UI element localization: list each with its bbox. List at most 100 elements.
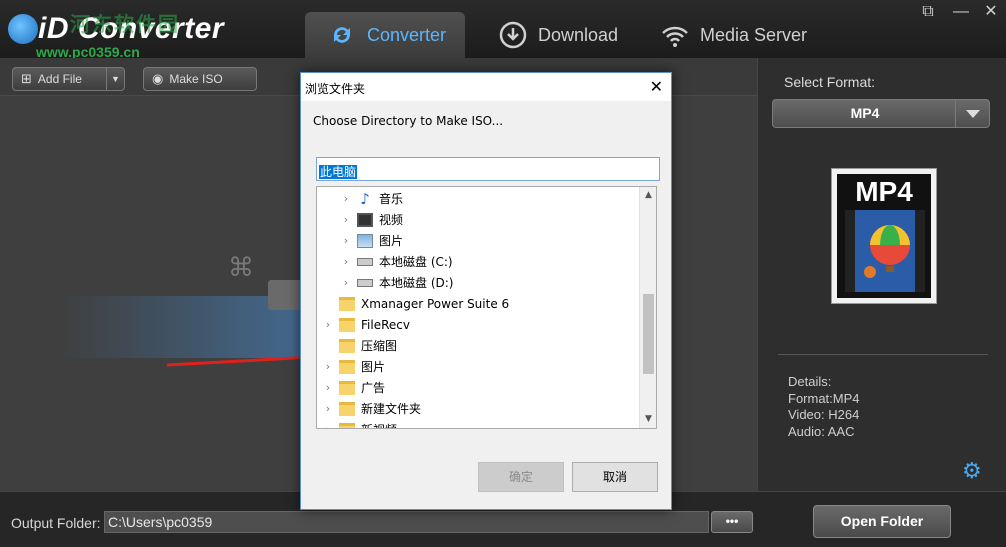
- output-folder-label: Output Folder:: [11, 515, 101, 531]
- refresh-icon: [327, 20, 357, 50]
- picture-icon: [357, 233, 373, 248]
- tree-item-new-video[interactable]: › 新视频: [321, 419, 397, 428]
- restore-icon[interactable]: ⧉: [917, 3, 939, 21]
- cancel-button[interactable]: 取消: [572, 462, 658, 492]
- minimize-icon[interactable]: —: [950, 3, 972, 21]
- chevron-down-icon[interactable]: [955, 100, 989, 127]
- folder-tree[interactable]: › ♪ 音乐 › 视频 › 图片 › 本地磁盘 (C:) › 本地磁盘 (D:)…: [316, 186, 657, 429]
- open-folder-button[interactable]: Open Folder: [813, 505, 951, 538]
- tab-media-server[interactable]: Media Server: [660, 12, 820, 58]
- disc-icon: ◉: [152, 71, 164, 86]
- details-format: Format:MP4: [788, 390, 860, 406]
- format-select-value: MP4: [850, 105, 880, 121]
- add-file-button[interactable]: ⊞ Add File ▼: [12, 67, 125, 91]
- format-thumbnail: MP4: [831, 168, 937, 304]
- tree-item-label: 广告: [361, 381, 386, 395]
- chevron-right-icon[interactable]: ›: [339, 192, 353, 205]
- make-iso-label: Make ISO: [169, 72, 223, 86]
- tree-item-label: Xmanager Power Suite 6: [361, 296, 510, 311]
- details-title: Details:: [788, 374, 832, 389]
- film-balloon-icon: [845, 210, 925, 292]
- tree-item-videos[interactable]: › 视频: [339, 209, 403, 230]
- format-panel: Select Format: MP4 MP4 Details: Format:M…: [757, 58, 1006, 491]
- tree-item-label: 图片: [379, 234, 404, 248]
- chevron-right-icon[interactable]: ›: [339, 234, 353, 247]
- tree-item-images[interactable]: › 图片: [321, 356, 385, 377]
- chevron-right-icon[interactable]: ›: [339, 213, 353, 226]
- tab-converter[interactable]: Converter: [305, 12, 465, 58]
- format-thumbnail-label: MP4: [855, 176, 913, 207]
- gear-icon[interactable]: ⚙: [962, 458, 982, 484]
- watermark-top: 河东软件园: [70, 14, 180, 36]
- dialog-title: 浏览文件夹: [305, 82, 366, 96]
- folder-icon: [339, 338, 355, 353]
- chevron-right-icon[interactable]: ›: [321, 318, 335, 331]
- dialog-title-bar: 浏览文件夹 ✕: [301, 73, 671, 101]
- chevron-down-icon[interactable]: ▼: [640, 411, 656, 428]
- tab-download[interactable]: Download: [498, 12, 638, 58]
- music-icon: ♪: [360, 189, 370, 208]
- tab-label: Converter: [367, 24, 447, 45]
- app-logo-icon: [8, 14, 38, 44]
- tree-item-disk-c[interactable]: › 本地磁盘 (C:): [339, 251, 453, 272]
- tree-item-compressed[interactable]: 压缩图: [321, 335, 397, 356]
- clapperboard-icon: [268, 280, 302, 310]
- tree-item-new-folder[interactable]: › 新建文件夹: [321, 398, 421, 419]
- folder-icon: [339, 380, 355, 395]
- tree-item-ads[interactable]: › 广告: [321, 377, 385, 398]
- format-details: Details: Format:MP4 Video: H264 Audio: A…: [788, 374, 860, 440]
- chevron-right-icon[interactable]: ›: [321, 423, 335, 428]
- add-icon: ⊞: [21, 71, 32, 86]
- tree-item-label: 视频: [379, 213, 404, 227]
- details-video: Video: H264: [788, 407, 860, 422]
- tree-item-label: 本地磁盘 (C:): [379, 255, 453, 269]
- close-icon[interactable]: ✕: [650, 77, 663, 96]
- title-bar: iD Converter 河东软件园 www.pc0359.cn Convert…: [0, 0, 1006, 60]
- disk-icon: [357, 278, 373, 287]
- folder-icon: [339, 296, 355, 311]
- tree-item-disk-d[interactable]: › 本地磁盘 (D:): [339, 272, 454, 293]
- tree-item-label: 本地磁盘 (D:): [379, 276, 454, 290]
- tree-item-music[interactable]: › ♪ 音乐: [339, 188, 403, 209]
- wifi-icon: [660, 20, 690, 50]
- tree-item-label: FileRecv: [361, 317, 410, 332]
- video-icon: [357, 212, 373, 227]
- disk-icon: [357, 257, 373, 266]
- select-format-label: Select Format:: [784, 74, 876, 90]
- tree-scrollbar[interactable]: ▲ ▼: [639, 187, 656, 428]
- folder-icon: [339, 422, 355, 428]
- browse-folder-button[interactable]: •••: [711, 511, 753, 533]
- details-audio: Audio: AAC: [788, 423, 855, 439]
- output-folder-field[interactable]: C:\Users\pc0359: [104, 511, 709, 533]
- folder-path-value: 此电脑: [319, 165, 358, 179]
- tree-item-filerecv[interactable]: › FileRecv: [321, 314, 410, 335]
- ok-button[interactable]: 确定: [478, 462, 564, 492]
- browse-folder-dialog: 浏览文件夹 ✕ Choose Directory to Make ISO... …: [300, 72, 672, 510]
- video-camera-icon: ⌘: [228, 252, 254, 282]
- add-file-label: Add File: [37, 72, 82, 86]
- tree-item-label: 压缩图: [361, 339, 398, 353]
- folder-path-field[interactable]: 此电脑: [316, 157, 660, 181]
- make-iso-button[interactable]: ◉ Make ISO: [143, 67, 257, 91]
- tree-item-xmanager[interactable]: Xmanager Power Suite 6: [321, 293, 509, 314]
- tab-label: Download: [538, 24, 619, 45]
- chevron-right-icon[interactable]: ›: [339, 276, 353, 289]
- chevron-down-icon[interactable]: ▼: [106, 68, 124, 90]
- folder-icon: [339, 317, 355, 332]
- tree-item-label: 新建文件夹: [361, 402, 422, 416]
- format-select[interactable]: MP4: [772, 99, 990, 128]
- download-icon: [498, 20, 528, 50]
- tree-item-label: 图片: [361, 360, 386, 374]
- chevron-right-icon[interactable]: ›: [321, 402, 335, 415]
- chevron-right-icon[interactable]: ›: [321, 360, 335, 373]
- folder-icon: [339, 401, 355, 416]
- chevron-up-icon[interactable]: ▲: [640, 187, 656, 204]
- scrollbar-thumb[interactable]: [643, 294, 654, 374]
- close-icon[interactable]: ✕: [980, 3, 1002, 21]
- tree-item-label: 新视频: [361, 421, 397, 428]
- chevron-right-icon[interactable]: ›: [339, 255, 353, 268]
- divider: [778, 354, 988, 355]
- chevron-right-icon[interactable]: ›: [321, 381, 335, 394]
- tree-item-pictures[interactable]: › 图片: [339, 230, 403, 251]
- folder-icon: [339, 359, 355, 374]
